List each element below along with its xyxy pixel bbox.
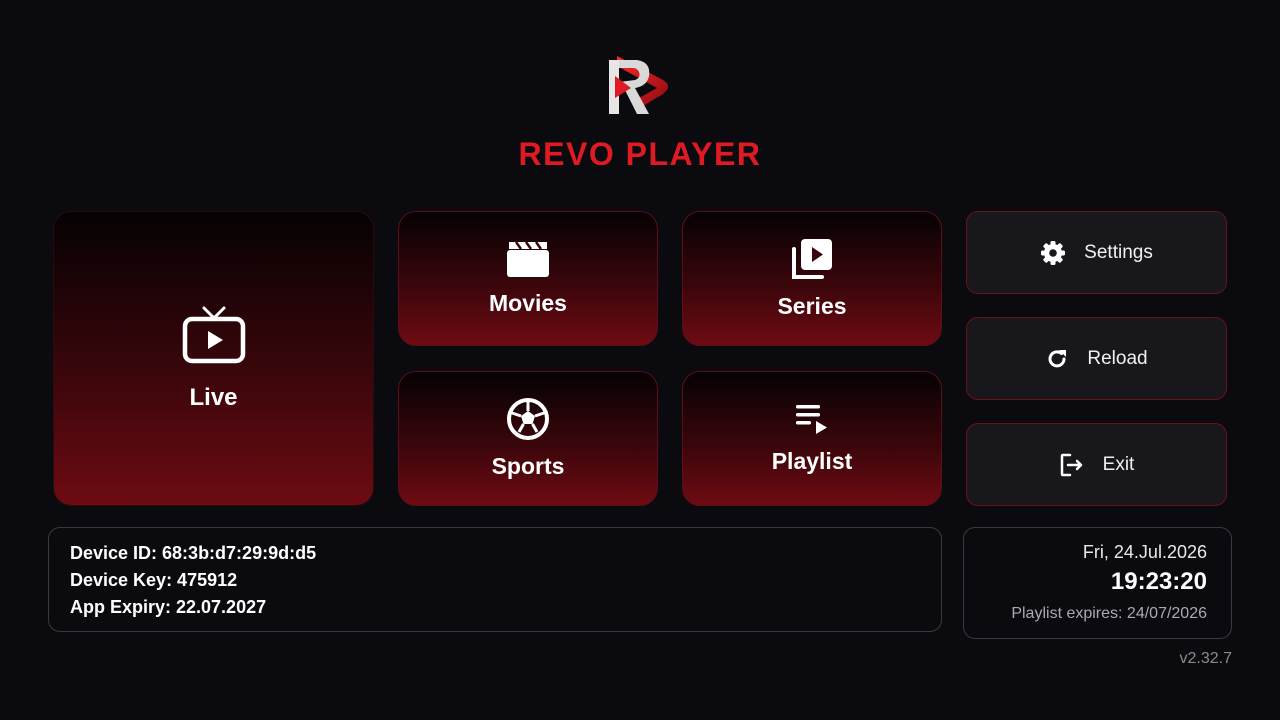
gear-icon — [1040, 240, 1066, 266]
movies-label: Movies — [489, 290, 567, 316]
device-key: Device Key: 475912 — [70, 570, 238, 590]
exit-button[interactable]: Exit — [966, 423, 1227, 506]
device-id: Device ID: 68:3b:d7:29:9d:d5 — [70, 543, 317, 563]
live-tile[interactable]: Live — [53, 211, 374, 506]
sports-label: Sports — [491, 453, 565, 479]
revo-logo-icon — [609, 56, 668, 114]
device-info-panel: Device ID: 68:3b:d7:29:9d:d5 Device Key:… — [48, 527, 942, 632]
settings-label: Settings — [1084, 241, 1153, 263]
reload-label: Reload — [1087, 347, 1148, 369]
soccer-ball-icon — [506, 397, 550, 441]
playlist-label: Playlist — [771, 448, 853, 474]
exit-label: Exit — [1102, 453, 1135, 475]
series-label: Series — [777, 293, 847, 319]
current-time: 19:23:20 — [1110, 568, 1207, 595]
playlist-expiry: Playlist expires: 24/07/2026 — [1011, 605, 1207, 622]
clapperboard-icon — [506, 240, 550, 278]
playlist-play-icon — [794, 402, 830, 436]
app-version: v2.32.7 — [1179, 650, 1232, 667]
refresh-icon — [1045, 347, 1069, 371]
playlist-tile[interactable]: Playlist — [682, 371, 942, 506]
reload-button[interactable]: Reload — [966, 317, 1227, 400]
exit-icon — [1059, 452, 1085, 478]
video-library-icon — [790, 237, 834, 281]
sports-tile[interactable]: Sports — [398, 371, 658, 506]
movies-tile[interactable]: Movies — [398, 211, 658, 346]
current-date: Fri, 24.Jul.2026 — [1082, 542, 1207, 562]
series-tile[interactable]: Series — [682, 211, 942, 346]
settings-button[interactable]: Settings — [966, 211, 1227, 294]
live-label: Live — [189, 383, 238, 411]
brand-title: REVO PLAYER — [518, 136, 762, 172]
app-expiry: App Expiry: 22.07.2027 — [70, 597, 267, 617]
tv-icon — [182, 306, 246, 364]
clock-panel: Fri, 24.Jul.2026 19:23:20 Playlist expir… — [963, 527, 1232, 639]
